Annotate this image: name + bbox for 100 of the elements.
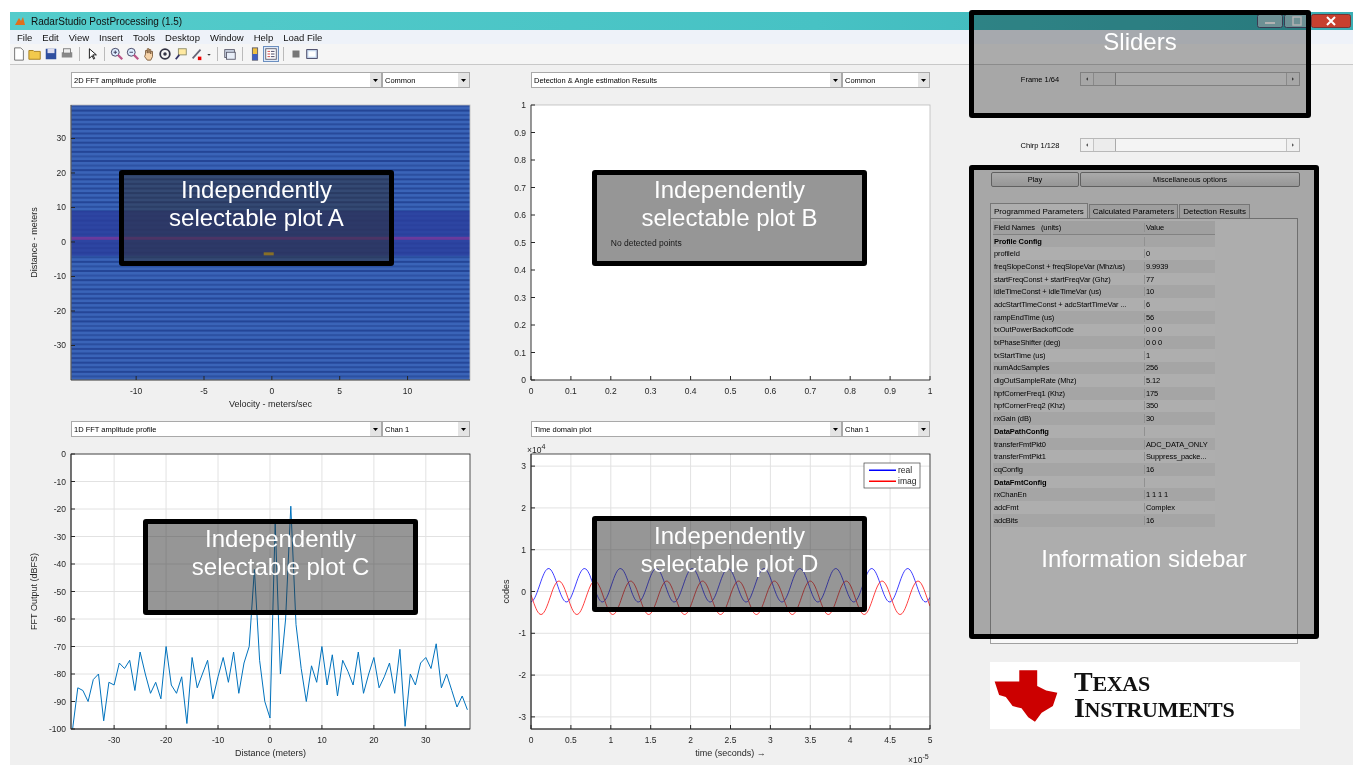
axis-tick-label: 20 [369, 735, 379, 745]
axis-tick-label: 0.8 [844, 386, 857, 396]
axis-tick-label: -30 [53, 531, 66, 542]
axis-tick-label: 2 [521, 502, 526, 513]
axis-tick-label: 0.5 [724, 386, 737, 396]
axis-tick-label: -5 [200, 386, 208, 396]
axis-tick-label: -80 [53, 669, 66, 679]
print-icon[interactable] [60, 47, 74, 61]
menu-item[interactable]: Edit [37, 31, 64, 43]
axis-tick-label: 0.7 [514, 182, 526, 193]
x-axis-label: Distance (meters) [235, 748, 306, 758]
axis-tick-label: 4 [847, 735, 853, 745]
axis-multiplier: ×10$^{-5}$ [908, 753, 929, 765]
minimize-icon[interactable] [1257, 14, 1283, 28]
dock-icon[interactable] [305, 47, 319, 61]
plot-annotation: No detected points [610, 237, 682, 248]
axis-tick-label: -50 [53, 586, 66, 597]
axis-tick-label: 0 [267, 735, 273, 745]
axis-tick-label: 0.5 [565, 735, 577, 745]
slider[interactable] [1080, 138, 1300, 152]
callout-label: Independently selectable plot B [640, 176, 819, 232]
y-axis-label: Distance - meters [29, 207, 39, 278]
link-plot-icon[interactable] [223, 47, 237, 61]
rotate-icon[interactable] [158, 47, 172, 61]
menu-item[interactable]: Insert [94, 31, 128, 43]
axis-tick-label: 0.1 [514, 347, 526, 358]
axis-tick-label: -30 [53, 340, 66, 351]
legend-icon[interactable] [264, 47, 278, 61]
legend-label: real [898, 465, 913, 475]
axis-tick-label: 1 [521, 100, 526, 110]
axis-tick-label: 0 [528, 386, 534, 396]
axis-tick-label: 5 [337, 386, 343, 396]
menu-item[interactable]: Help [248, 31, 279, 43]
x-axis-label: Velocity - meters/sec [229, 399, 312, 409]
axis-tick-label: 1 [608, 735, 614, 745]
menu-item[interactable]: Desktop [160, 31, 205, 43]
axis-tick-label: 2.5 [724, 735, 737, 745]
tab[interactable]: Detection Results [1179, 204, 1250, 218]
texas-shape-icon [992, 667, 1060, 724]
legend-background [863, 462, 921, 489]
axis-tick-label: 1 [927, 386, 933, 396]
axis-multiplier: ×10$^{4}$ [527, 443, 546, 453]
axis-tick-label: -10 [211, 735, 225, 745]
data-cursor-icon[interactable] [174, 47, 188, 61]
menu-item[interactable]: Window [204, 31, 249, 43]
axis-tick-label: 0.8 [514, 155, 526, 165]
zoom-out-icon[interactable] [126, 47, 140, 61]
axis-tick-label: 0.2 [514, 320, 526, 330]
tab[interactable]: Programmed Parameters [990, 203, 1088, 218]
app-icon [14, 15, 26, 27]
axis-tick-label: -10 [130, 386, 143, 396]
axis-tick-label: 10 [402, 386, 413, 396]
tab[interactable]: Calculated Parameters [1088, 204, 1179, 218]
axis-tick-label: 0.6 [514, 210, 526, 220]
save-icon[interactable] [44, 47, 58, 61]
axis-tick-label: -2 [518, 670, 526, 681]
brush-icon[interactable] [190, 47, 204, 61]
axis-tick-label: 0.4 [684, 386, 697, 396]
axis-tick-label: -100 [49, 724, 66, 734]
axis-tick-label: 5 [927, 735, 933, 745]
callout-label: Information sidebar [1041, 544, 1247, 574]
axis-tick-label: 0 [61, 237, 66, 247]
axis-tick-label: 0 [61, 449, 66, 459]
menu-item[interactable]: Tools [127, 31, 161, 43]
axis-tick-label: -10 [53, 476, 66, 487]
callout-label: Independently selectable plot D [639, 522, 820, 578]
slider-thumb[interactable] [1094, 139, 1116, 151]
axis-tick-label: 1.5 [644, 735, 657, 745]
axis-tick-label: -20 [159, 735, 173, 745]
new-file-icon[interactable] [12, 47, 26, 61]
axis-tick-label: 3.5 [804, 735, 817, 745]
slider[interactable] [1080, 72, 1300, 86]
axis-tick-label: 0.5 [514, 237, 526, 248]
axis-tick-label: 1 [521, 544, 526, 555]
callout-label: Sliders [1103, 27, 1177, 57]
y-axis-label: FFT Output (dBFS) [29, 553, 39, 630]
hand-icon[interactable] [142, 47, 156, 61]
axis-tick-label: 20 [56, 167, 66, 178]
slider-thumb[interactable] [1094, 73, 1116, 85]
axis-tick-label: 10 [56, 202, 66, 213]
logo-text: TEXAS [1074, 669, 1151, 696]
axis-tick-label: 4.5 [884, 735, 896, 745]
axis-tick-label: 0.7 [804, 386, 817, 396]
menu-item[interactable]: Load File [278, 31, 328, 43]
menu-item[interactable]: View [63, 31, 95, 43]
close-icon[interactable] [1311, 14, 1351, 28]
axis-tick-label: -20 [53, 504, 66, 514]
axis-tick-label: 3 [521, 461, 526, 472]
y-axis-label: codes [501, 579, 511, 604]
axis-tick-label: 0.9 [514, 127, 526, 138]
axis-tick-label: -90 [53, 696, 66, 707]
axis-tick-label: 30 [56, 133, 66, 144]
menu-item[interactable]: File [12, 31, 38, 43]
zoom-in-icon[interactable] [110, 47, 124, 61]
axis-tick-label: -60 [53, 614, 66, 624]
callout-label: Independently selectable plot A [168, 176, 345, 232]
axis-tick-label: -10 [53, 271, 66, 282]
axis-tick-label: -30 [107, 735, 121, 745]
axis-tick-label: 0.6 [764, 386, 777, 396]
axis-tick-label: 0.9 [884, 386, 896, 396]
